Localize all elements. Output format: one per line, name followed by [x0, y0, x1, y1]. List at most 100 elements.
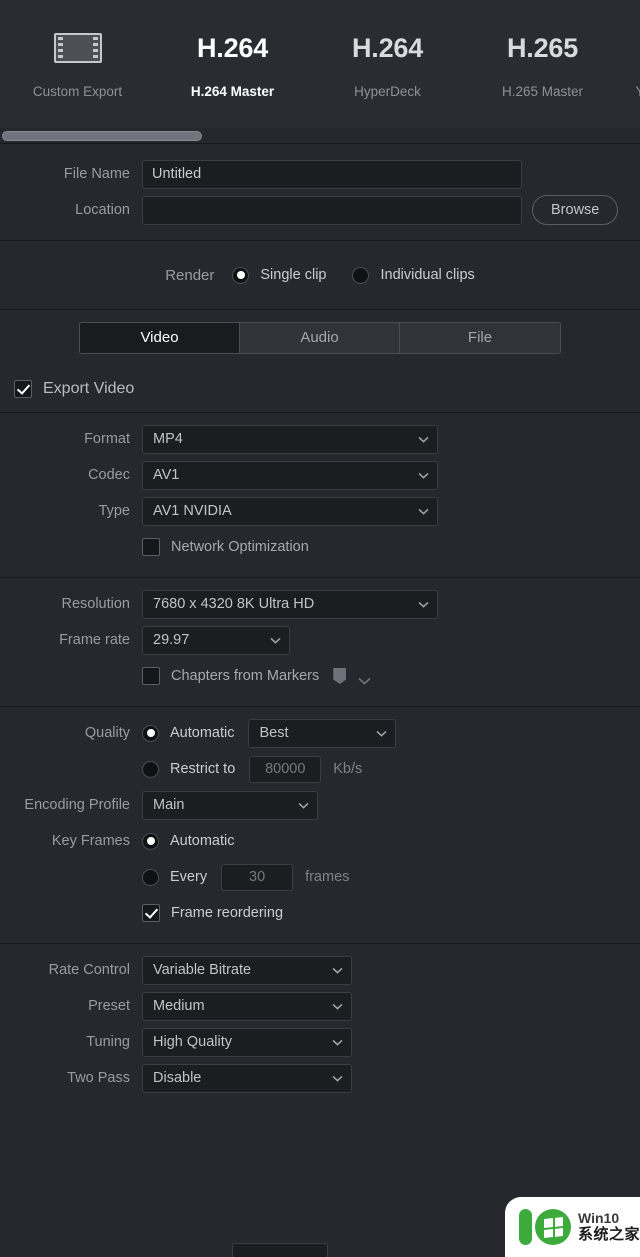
preset-h265-master[interactable]: H.265 H.265 Master [465, 26, 620, 100]
location-row: Location Browse [0, 192, 640, 228]
quality-section: Quality Automatic Best Restrict to 80000… [0, 707, 640, 943]
render-row: Render Single clip Individual clips [0, 257, 640, 293]
preset-h264-master[interactable]: H.264 H.264 Master [155, 26, 310, 100]
render-individual-clips-radio[interactable] [352, 266, 370, 284]
codec-value: AV1 [153, 467, 180, 483]
codec-row: Codec AV1 [0, 457, 640, 493]
type-dropdown[interactable]: AV1 NVIDIA [142, 496, 438, 526]
browse-button[interactable]: Browse [532, 195, 619, 225]
preset-strip[interactable]: Custom Export H.264 H.264 Master H.264 H… [0, 0, 640, 128]
frame-reordering-checkbox[interactable] [142, 904, 160, 922]
rate-control-value: Variable Bitrate [153, 962, 252, 978]
preset-dropdown[interactable]: Medium [142, 991, 352, 1021]
key-frames-every-radio[interactable] [142, 868, 159, 886]
codec-badge: H.264 [197, 26, 268, 70]
chevron-down-icon [332, 967, 343, 974]
location-input[interactable] [142, 195, 522, 225]
quality-restrict-input[interactable]: 80000 [249, 755, 322, 783]
two-pass-value: Disable [153, 1070, 202, 1086]
export-video-row: Export Video [0, 368, 640, 412]
network-optimization-label: Network Optimization [171, 539, 309, 555]
tab-audio[interactable]: Audio [240, 323, 400, 353]
encoding-profile-dropdown[interactable]: Main [142, 790, 318, 820]
preset-label: H.264 Master [190, 84, 275, 99]
codec-dropdown[interactable]: AV1 [142, 460, 438, 490]
tab-video[interactable]: Video [80, 323, 240, 353]
frame-reordering-label: Frame reordering [171, 905, 284, 921]
file-name-label: File Name [63, 166, 130, 182]
network-optimization-row: Network Optimization [0, 529, 640, 565]
frame-rate-value: 29.97 [153, 632, 190, 648]
tuning-value: High Quality [153, 1034, 232, 1050]
chevron-down-icon [418, 601, 429, 608]
two-pass-row: Two Pass Disable [0, 1060, 640, 1096]
tuning-label: Tuning [86, 1034, 130, 1050]
two-pass-dropdown[interactable]: Disable [142, 1063, 352, 1093]
preset-label: Preset [88, 998, 130, 1014]
format-section: Format MP4 Codec AV1 Type AV1 NVIDIA Net… [0, 413, 640, 577]
chevron-down-icon [332, 1003, 343, 1010]
tuning-row: Tuning High Quality [0, 1024, 640, 1060]
chevron-down-icon [298, 802, 309, 809]
codec-text: H.264 [196, 32, 269, 63]
render-section: Render Single clip Individual clips [0, 241, 640, 309]
file-name-input[interactable]: Untitled [142, 159, 522, 189]
network-optimization-checkbox[interactable] [142, 538, 160, 556]
chapters-from-markers-label: Chapters from Markers [171, 668, 320, 684]
quality-restrict-row: Restrict to 80000 Kb/s [0, 751, 640, 787]
preset-partial-next[interactable]: Y [620, 26, 640, 99]
quality-restrict-unit: Kb/s [333, 761, 363, 777]
chevron-down-icon [270, 637, 281, 644]
export-video-label: Export Video [43, 380, 135, 397]
quality-label: Quality [84, 725, 130, 741]
quality-automatic-value: Best [259, 725, 289, 741]
frame-rate-row: Frame rate 29.97 [0, 622, 640, 658]
format-dropdown[interactable]: MP4 [142, 424, 438, 454]
render-single-clip-radio[interactable] [232, 266, 250, 284]
encoding-profile-value: Main [153, 797, 185, 813]
quality-automatic-row: Quality Automatic Best [0, 715, 640, 751]
quality-restrict-radio[interactable] [142, 760, 159, 778]
key-frames-automatic-label: Automatic [170, 833, 235, 849]
location-label: Location [75, 202, 130, 218]
preset-scrollbar-thumb[interactable] [2, 130, 202, 141]
preset-scrollbar-track[interactable] [0, 128, 640, 144]
frame-rate-label: Frame rate [59, 632, 130, 648]
frame-reordering-row: Frame reordering [0, 895, 640, 931]
settings-tabs[interactable]: Video Audio File [0, 310, 640, 368]
win10-logo-icon [519, 1209, 571, 1245]
marker-flag-icon [333, 668, 347, 684]
key-frames-every-input[interactable]: 30 [221, 863, 294, 891]
film-strip-icon [53, 26, 102, 70]
quality-automatic-radio[interactable] [142, 724, 159, 742]
type-row: Type AV1 NVIDIA [0, 493, 640, 529]
format-label: Format [84, 431, 130, 447]
watermark-text: Win10 系统之家 [578, 1209, 640, 1243]
chapters-from-markers-checkbox[interactable] [142, 667, 160, 685]
render-individual-clips-label: Individual clips [380, 267, 475, 283]
preset-label: HyperDeck [354, 84, 421, 99]
preset-value: Medium [153, 998, 205, 1014]
codec-text: H.265 [506, 32, 579, 63]
quality-automatic-label: Automatic [170, 725, 235, 741]
tab-file[interactable]: File [400, 323, 560, 353]
marker-color-chevron-icon[interactable] [358, 672, 371, 685]
partial-dropdown-below-fold[interactable] [232, 1243, 328, 1257]
export-settings-panel: Custom Export H.264 H.264 Master H.264 H… [0, 0, 640, 1257]
resolution-section: Resolution 7680 x 4320 8K Ultra HD Frame… [0, 578, 640, 706]
quality-automatic-dropdown[interactable]: Best [248, 718, 397, 748]
codec-text: H.264 [351, 32, 424, 63]
key-frames-automatic-radio[interactable] [142, 832, 159, 850]
rate-control-label: Rate Control [48, 962, 130, 978]
preset-custom-export[interactable]: Custom Export [0, 26, 155, 99]
two-pass-label: Two Pass [67, 1070, 130, 1086]
watermark-line1: Win10 [578, 1209, 620, 1226]
preset-hyperdeck[interactable]: H.264 HyperDeck [310, 26, 465, 100]
frame-rate-dropdown[interactable]: 29.97 [142, 625, 290, 655]
export-video-checkbox[interactable] [14, 380, 32, 398]
rate-control-dropdown[interactable]: Variable Bitrate [142, 955, 352, 985]
format-row: Format MP4 [0, 421, 640, 457]
resolution-dropdown[interactable]: 7680 x 4320 8K Ultra HD [142, 589, 438, 619]
encoding-profile-label: Encoding Profile [24, 797, 130, 813]
tuning-dropdown[interactable]: High Quality [142, 1027, 352, 1057]
